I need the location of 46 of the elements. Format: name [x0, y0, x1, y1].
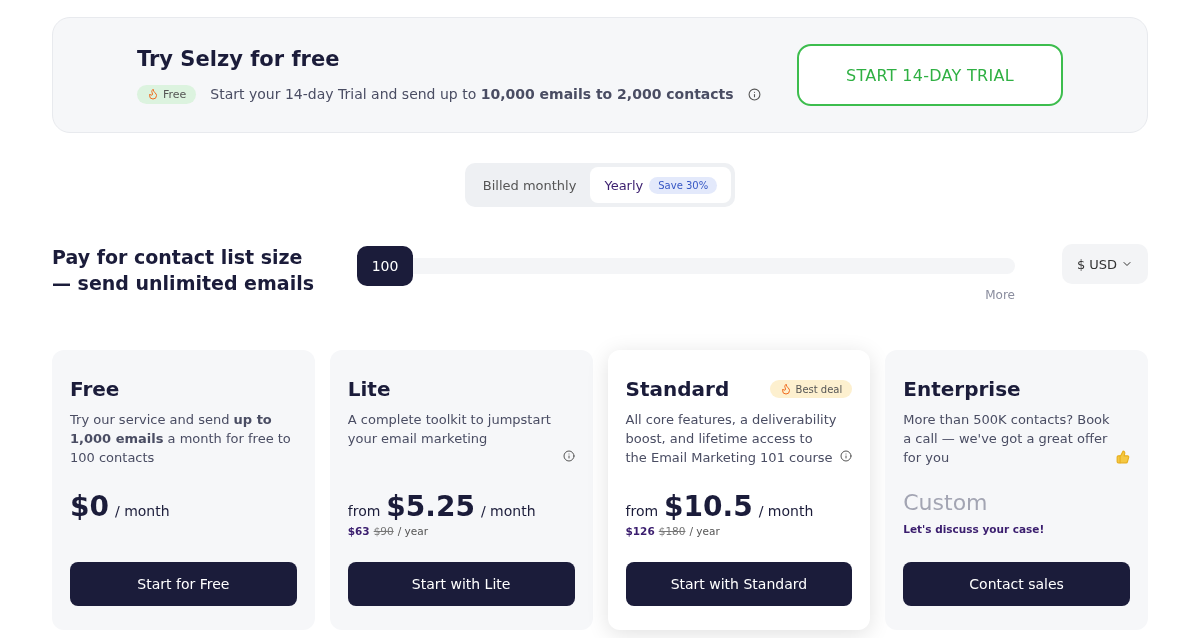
- plan-button[interactable]: Start with Lite: [347, 562, 575, 606]
- custom-note: Let's discuss your case!: [903, 523, 1046, 535]
- info-icon[interactable]: [562, 450, 575, 462]
- best-deal-badge: Best deal: [769, 380, 853, 398]
- price-unit: / month: [480, 503, 536, 519]
- year-unit: / year: [397, 525, 429, 537]
- from-label: from: [347, 503, 381, 519]
- price-amount: Custom: [903, 490, 988, 515]
- from-label: from: [625, 503, 659, 519]
- plan-button[interactable]: Start for Free: [70, 562, 297, 606]
- year-unit: / year: [689, 525, 720, 537]
- yearly-price: $63: [347, 525, 370, 537]
- info-icon[interactable]: [840, 450, 853, 462]
- price-unit: / month: [758, 503, 814, 519]
- price-amount: $10.5: [664, 490, 753, 523]
- flame-icon: [147, 88, 159, 100]
- free-badge: Free: [137, 84, 197, 104]
- old-price: $180: [658, 525, 686, 537]
- price-amount: $5.25: [386, 490, 475, 523]
- yearly-price: $126: [625, 525, 655, 537]
- slider-thumb[interactable]: 100: [357, 246, 413, 286]
- plan-description: A complete toolkit to jumpstart your email marketing: [347, 411, 552, 448]
- section-title: Pay for contact list size — send unlimited emails: [52, 245, 315, 296]
- plan-button[interactable]: Contact sales: [903, 562, 1130, 606]
- banner-title: Try Selzy for free: [137, 46, 341, 71]
- plan-button[interactable]: Start with Standard: [625, 562, 853, 606]
- info-icon[interactable]: [747, 87, 761, 101]
- billing-tab[interactable]: Yearly Save 30%: [590, 167, 732, 203]
- more-label: More: [985, 288, 1015, 302]
- price-unit: / month: [114, 503, 170, 519]
- plan-name: Enterprise: [903, 377, 1021, 401]
- trial-text: Start your 14-day Trial and send up to 10,000 emails to 2,000 contacts: [210, 86, 734, 102]
- plan-name: Lite: [347, 377, 391, 401]
- plan-name: Standard: [625, 377, 730, 401]
- plan-description: All core features, a deliverability boost, and lifetime access to the Email Marketing 101 course: [625, 411, 838, 467]
- flame-icon: [779, 383, 792, 395]
- plan-description: Try our service and send up to 1,000 emails a month for free to 100 contacts: [70, 411, 292, 467]
- plan-description: More than 500K contacts? Book a call — we've got a great offer for you: [903, 411, 1111, 467]
- save-badge: Save 30%: [649, 176, 718, 194]
- currency-dropdown[interactable]: $ USD: [1062, 244, 1148, 284]
- plan-name: Free: [70, 377, 120, 401]
- slider-track[interactable]: [413, 258, 1015, 274]
- billing-tab[interactable]: Billed monthly: [468, 167, 591, 203]
- old-price: $90: [373, 525, 394, 537]
- price-amount: $0: [70, 490, 109, 523]
- thumbs-up-icon: [1116, 450, 1130, 464]
